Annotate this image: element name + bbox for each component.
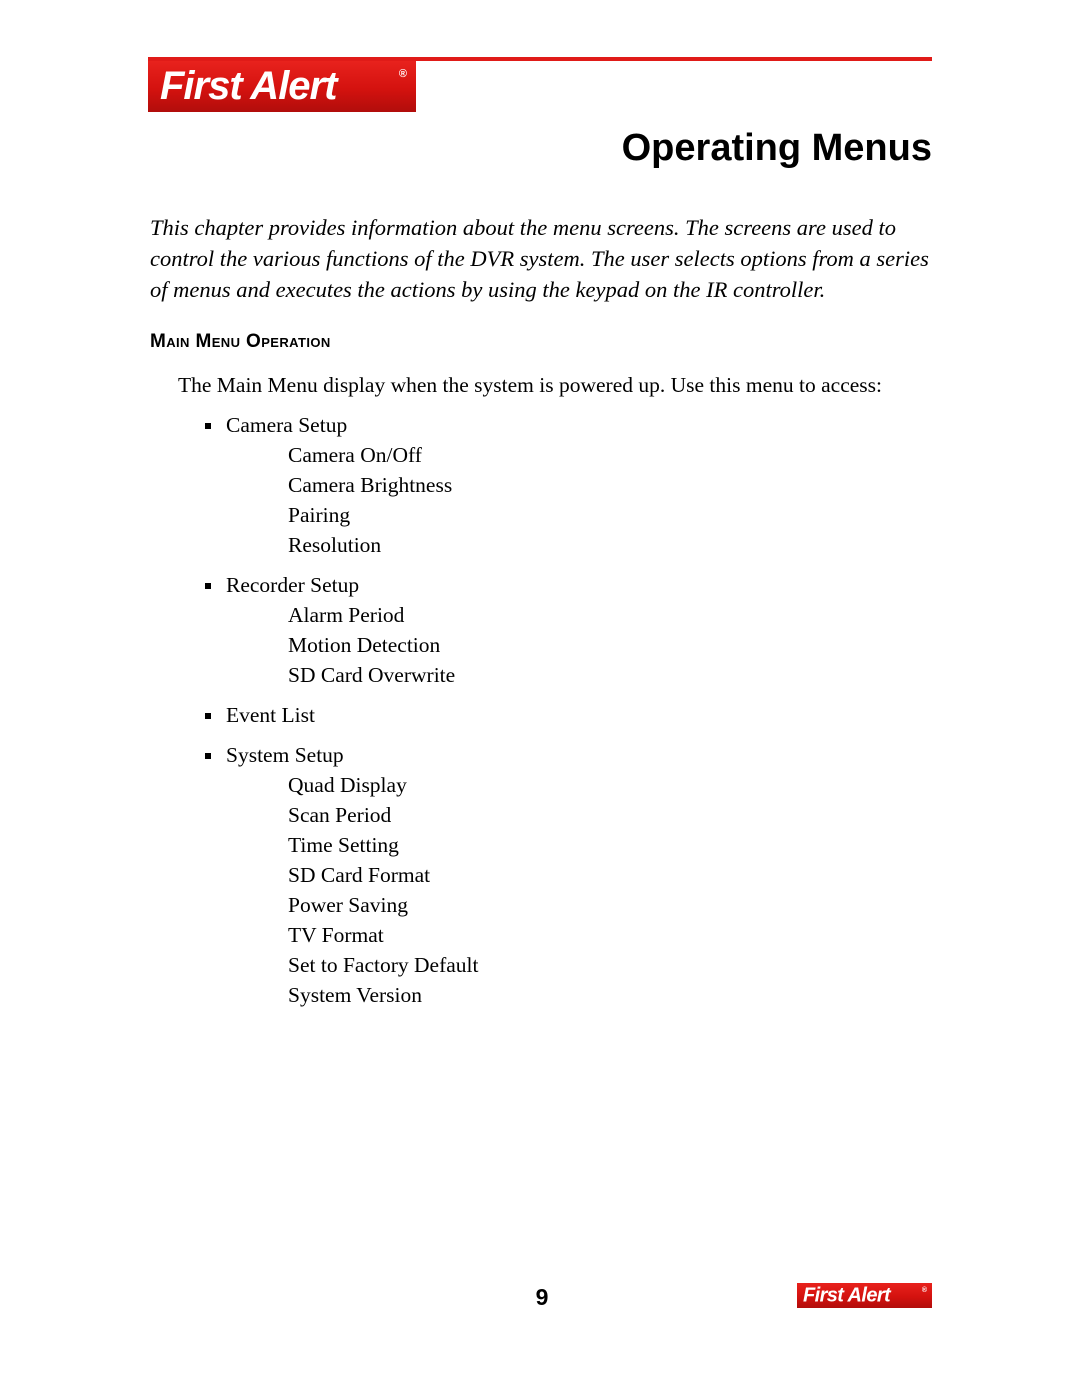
sub-list-item: Power Saving <box>288 893 409 917</box>
brand-logo-text: First Alert <box>160 63 337 108</box>
menu-list: Camera Setup Camera On/Off Camera Bright… <box>178 400 938 1010</box>
list-item: System Setup <box>178 740 938 770</box>
registered-trademark-icon: ® <box>398 68 407 80</box>
sub-list: Camera On/Off Camera Brightness Pairing … <box>178 440 938 560</box>
square-bullet-icon <box>205 583 211 589</box>
list-item-label: System Setup <box>226 743 344 767</box>
menu-group-system-setup: System Setup Quad Display Scan Period Ti… <box>178 730 938 1010</box>
brand-logo-text: First Alert <box>803 1284 891 1307</box>
sub-list-item: Scan Period <box>288 803 392 827</box>
list-item-label: Camera Setup <box>226 413 348 437</box>
menu-group-camera-setup: Camera Setup Camera On/Off Camera Bright… <box>178 400 938 560</box>
square-bullet-icon <box>205 713 211 719</box>
page-title: Operating Menus <box>621 127 932 169</box>
sub-list-item: System Version <box>288 983 422 1007</box>
sub-list-item: SD Card Overwrite <box>288 663 456 687</box>
menu-group-recorder-setup: Recorder Setup Alarm Period Motion Detec… <box>178 560 938 690</box>
section-lead-line: The Main Menu display when the system is… <box>178 373 882 397</box>
section-heading-main-menu-operation: Main Menu Operation <box>150 331 331 352</box>
sub-list-item: Quad Display <box>288 773 407 797</box>
list-item: Event List <box>178 700 938 730</box>
main-menu-content: The Main Menu display when the system is… <box>178 370 938 1010</box>
list-item: Recorder Setup <box>178 570 938 600</box>
sub-list-item: TV Format <box>288 923 384 947</box>
sub-list-item: Alarm Period <box>288 603 405 627</box>
intro-paragraph: This chapter provides information about … <box>150 215 929 302</box>
brand-logo-header: First Alert ® <box>148 61 416 112</box>
list-item-label: Event List <box>226 703 315 727</box>
registered-trademark-icon: ® <box>921 1287 927 1294</box>
sub-list-item: Time Setting <box>288 833 399 857</box>
sub-list-item: SD Card Format <box>288 863 431 887</box>
list-item: Camera Setup <box>178 410 938 440</box>
document-page: First Alert ® Operating Menus This chapt… <box>0 0 1080 1397</box>
sub-list: Quad Display Scan Period Time Setting SD… <box>178 770 938 1010</box>
menu-group-event-list: Event List <box>178 690 938 730</box>
square-bullet-icon <box>205 753 211 759</box>
sub-list-item: Resolution <box>288 533 382 557</box>
sub-list-item: Motion Detection <box>288 633 441 657</box>
list-item-label: Recorder Setup <box>226 573 360 597</box>
sub-list-item: Camera On/Off <box>288 443 422 467</box>
sub-list-item: Camera Brightness <box>288 473 453 497</box>
sub-list-item: Set to Factory Default <box>288 953 479 977</box>
square-bullet-icon <box>205 423 211 429</box>
page-number-value: 9 <box>535 1284 549 1310</box>
brand-logo-footer: First Alert ® <box>797 1283 932 1308</box>
sub-list-item: Pairing <box>288 503 351 527</box>
sub-list: Alarm Period Motion Detection SD Card Ov… <box>178 600 938 690</box>
